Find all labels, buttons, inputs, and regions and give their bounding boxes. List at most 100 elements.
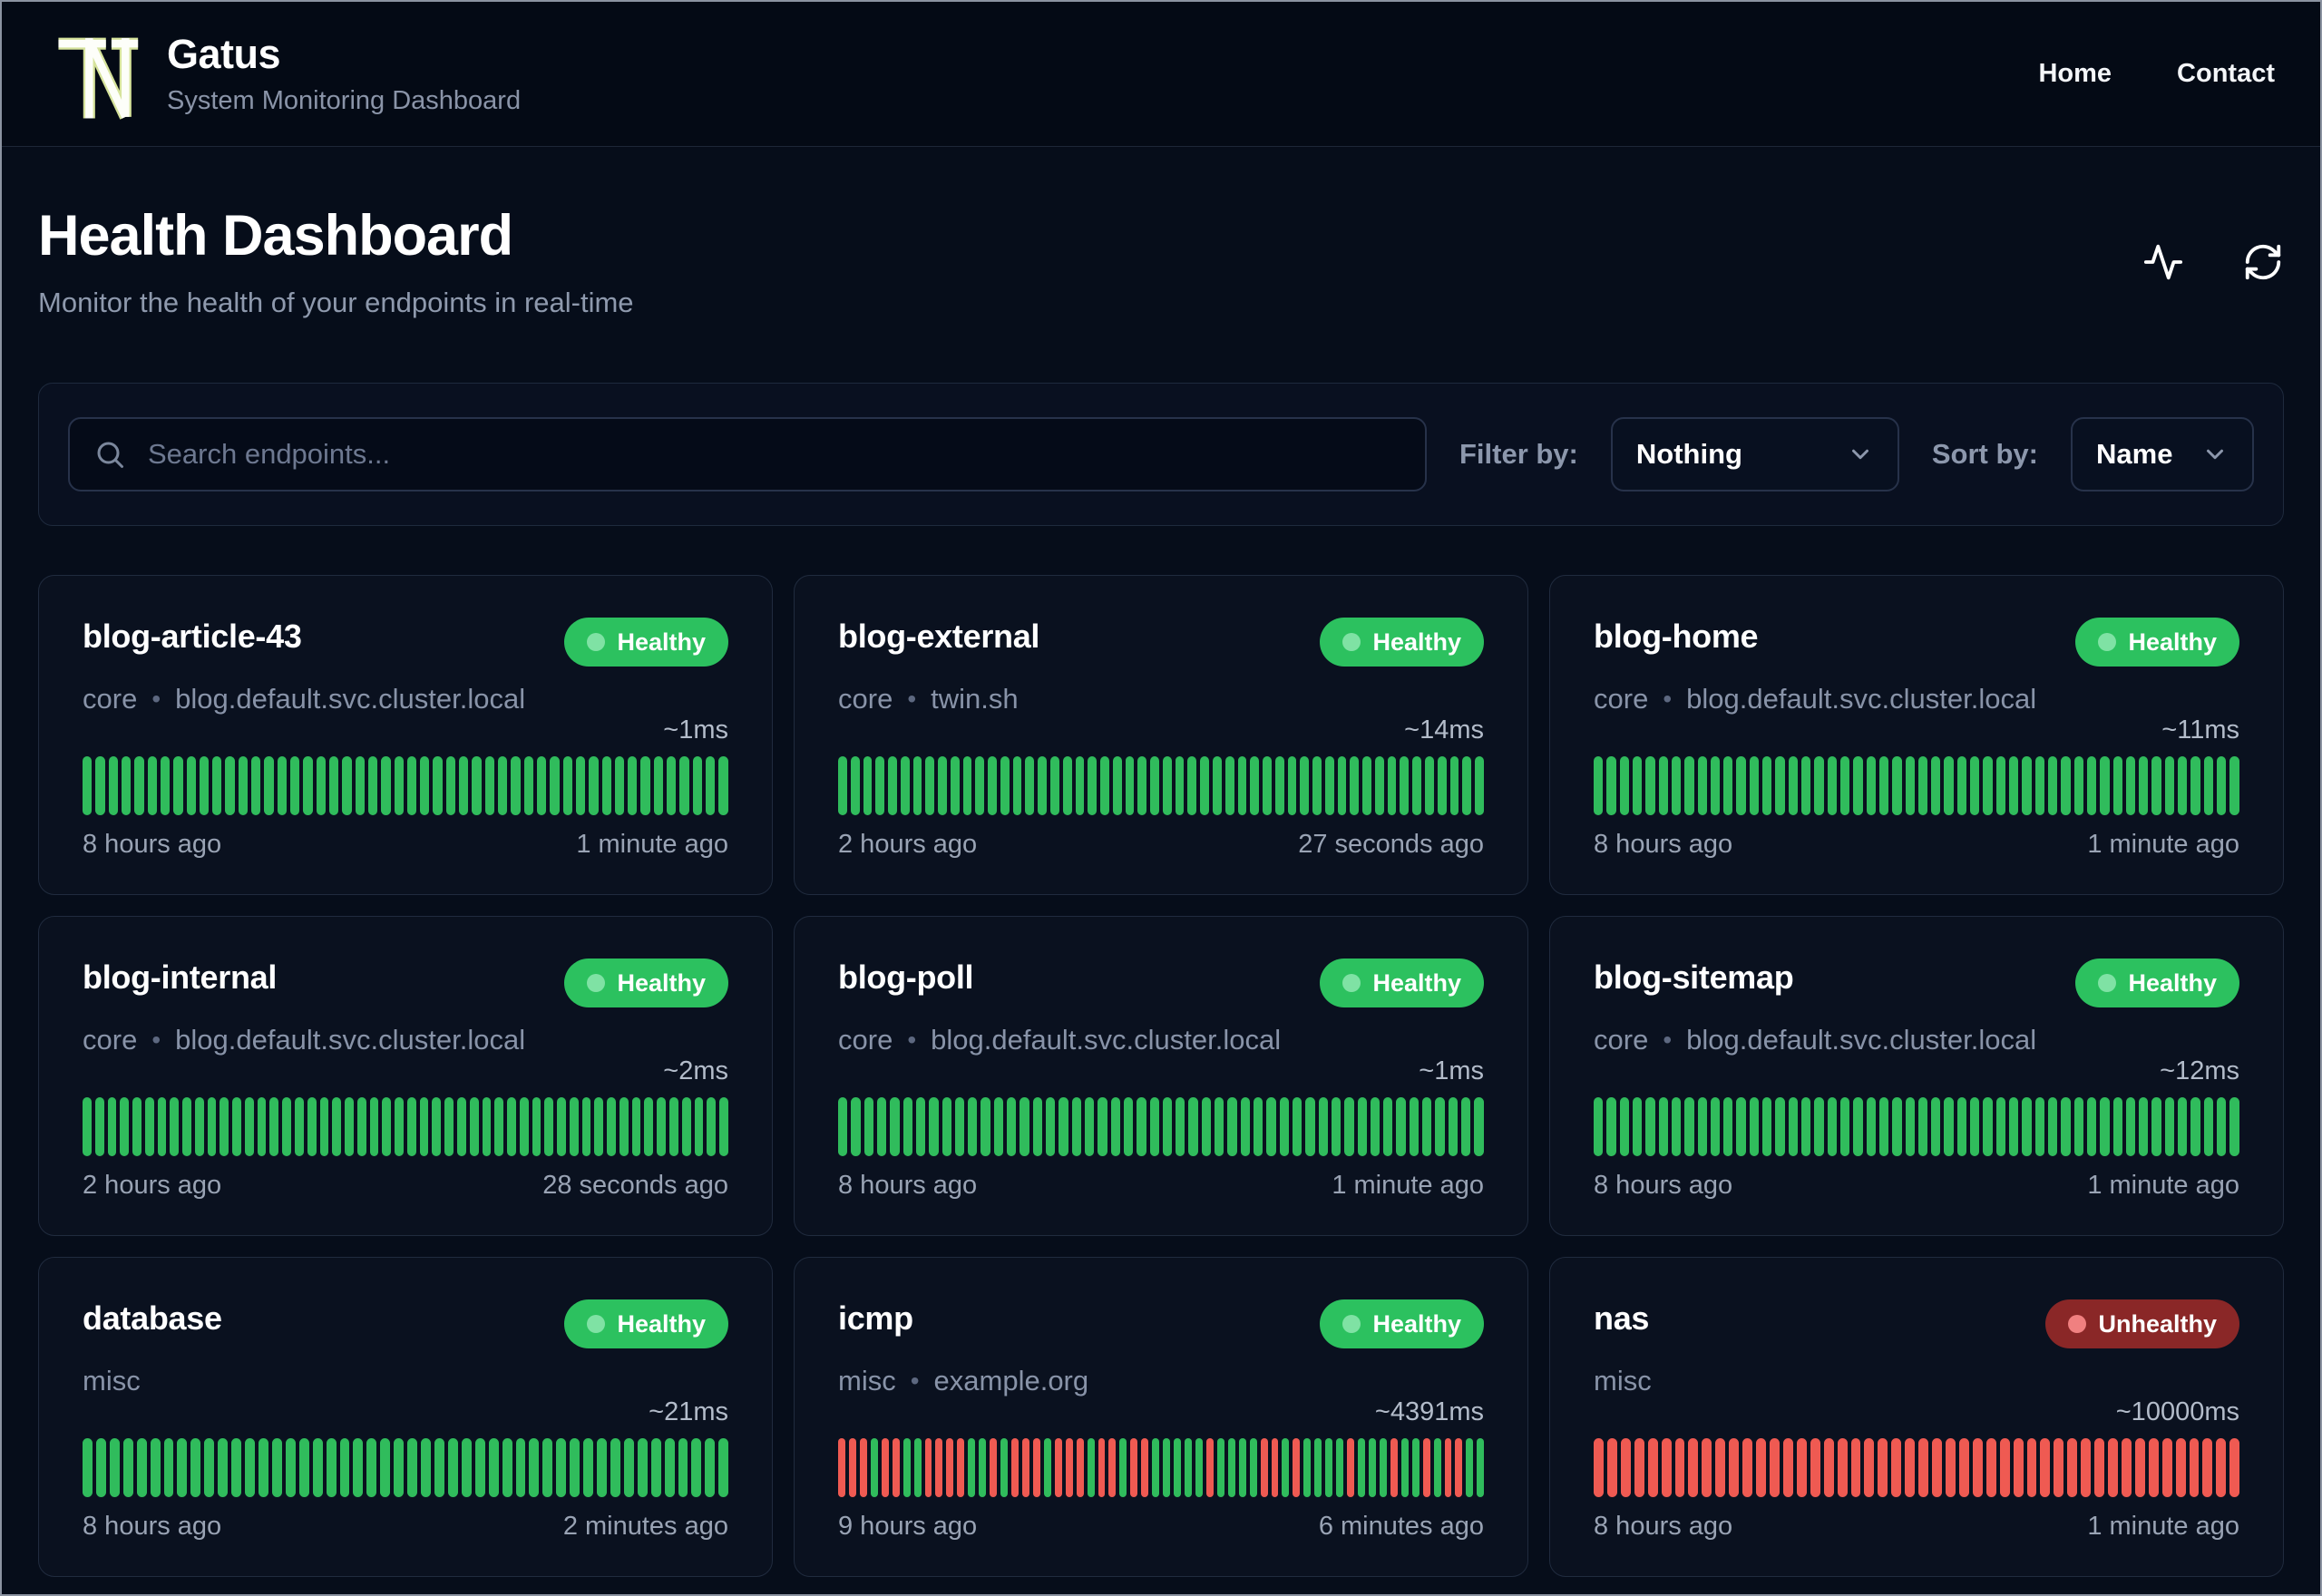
status-bar-up bbox=[2125, 756, 2136, 815]
status-bar-up bbox=[644, 1097, 654, 1156]
status-bar-up bbox=[1176, 1097, 1185, 1156]
page-head-actions bbox=[2142, 241, 2284, 283]
status-bar-up bbox=[445, 756, 456, 815]
status-bar-up bbox=[1331, 1097, 1341, 1156]
status-bar-up bbox=[307, 1097, 317, 1156]
endpoint-card-header: blog-sitemap Healthy bbox=[1594, 959, 2239, 1007]
status-bar-up bbox=[1300, 756, 1310, 815]
status-bar-up bbox=[1046, 1097, 1056, 1156]
endpoint-card[interactable]: icmp Healthy misc • example.org ~4391ms … bbox=[794, 1257, 1528, 1577]
nav-link-contact[interactable]: Contact bbox=[2177, 59, 2275, 89]
history-time-range: 8 hours ago 2 minutes ago bbox=[83, 1512, 728, 1542]
status-bar-down bbox=[990, 1438, 998, 1497]
refresh-button[interactable] bbox=[2242, 241, 2284, 283]
endpoint-card-header: nas Unhealthy bbox=[1594, 1299, 2239, 1348]
status-bar-down bbox=[1702, 1438, 1712, 1497]
filter-toolbar: Filter by: Nothing Sort by: Name bbox=[38, 383, 2284, 526]
status-bar-up bbox=[1801, 756, 1811, 815]
status-bar-up bbox=[1374, 756, 1384, 815]
status-bar-up bbox=[968, 1438, 976, 1497]
status-bar-up bbox=[2151, 756, 2161, 815]
activity-button[interactable] bbox=[2142, 241, 2184, 283]
status-bar-down bbox=[1715, 1438, 1726, 1497]
endpoint-card[interactable]: blog-sitemap Healthy core • blog.default… bbox=[1549, 916, 2284, 1236]
status-bar-up bbox=[838, 1097, 848, 1156]
sort-select[interactable]: Name bbox=[2071, 417, 2254, 491]
status-bar-up bbox=[382, 1097, 392, 1156]
status-bar-up bbox=[225, 756, 235, 815]
status-bar-up bbox=[1619, 756, 1629, 815]
status-bar-up bbox=[316, 756, 326, 815]
filter-select[interactable]: Nothing bbox=[1610, 417, 1899, 491]
status-bar-up bbox=[1163, 1438, 1171, 1497]
status-bar-up bbox=[1995, 756, 2005, 815]
status-bar-up bbox=[488, 1438, 499, 1497]
endpoint-card[interactable]: blog-poll Healthy core • blog.default.sv… bbox=[794, 916, 1528, 1236]
status-bar-down bbox=[935, 1438, 943, 1497]
endpoint-host: blog.default.svc.cluster.local bbox=[175, 1024, 526, 1056]
status-bar-up bbox=[394, 756, 404, 815]
status-bar-down bbox=[1688, 1438, 1699, 1497]
status-bar-up bbox=[1723, 756, 1733, 815]
endpoint-card-header: icmp Healthy bbox=[838, 1299, 1484, 1348]
status-bar-up bbox=[2034, 1097, 2044, 1156]
status-bar-up bbox=[1684, 756, 1694, 815]
endpoint-meta: misc • bbox=[83, 1365, 728, 1397]
status-bar-down bbox=[1729, 1438, 1740, 1497]
search-input[interactable] bbox=[146, 437, 1401, 472]
status-bar-down bbox=[1878, 1438, 1888, 1497]
status-bar-up bbox=[395, 1097, 404, 1156]
status-bar-up bbox=[407, 1438, 418, 1497]
filter-by-label: Filter by: bbox=[1459, 438, 1578, 470]
status-bar-up bbox=[981, 1097, 990, 1156]
endpoint-card[interactable]: blog-article-43 Healthy core • blog.defa… bbox=[38, 575, 773, 895]
status-bar-down bbox=[957, 1438, 965, 1497]
status-bar-up bbox=[120, 1097, 130, 1156]
endpoint-card[interactable]: database Healthy misc • ~21ms 8 hours ag… bbox=[38, 1257, 773, 1577]
status-bar-up bbox=[1282, 1438, 1290, 1497]
status-bar-up bbox=[1762, 1097, 1772, 1156]
status-bar-down bbox=[2013, 1438, 2024, 1497]
status-bar-up bbox=[1697, 756, 1707, 815]
status-bar-up bbox=[2164, 1097, 2175, 1156]
status-bar-up bbox=[619, 1097, 629, 1156]
status-bar-down bbox=[838, 1438, 845, 1497]
status-bar-up bbox=[1866, 756, 1876, 815]
status-bar-up bbox=[875, 756, 885, 815]
status-bar-up bbox=[420, 756, 430, 815]
status-label: Healthy bbox=[1372, 1309, 1461, 1338]
status-bar-up bbox=[1149, 1097, 1159, 1156]
app-subtitle: System Monitoring Dashboard bbox=[167, 85, 522, 115]
history-start-time: 8 hours ago bbox=[1594, 830, 1733, 859]
status-bar-up bbox=[570, 1438, 580, 1497]
status-bar-up bbox=[367, 756, 378, 815]
status-bar-up bbox=[902, 1097, 912, 1156]
history-time-range: 8 hours ago 1 minute ago bbox=[83, 830, 728, 860]
endpoint-card[interactable]: blog-home Healthy core • blog.default.sv… bbox=[1549, 575, 2284, 895]
endpoint-card[interactable]: blog-internal Healthy core • blog.defaul… bbox=[38, 916, 773, 1236]
status-bar-up bbox=[298, 1438, 309, 1497]
status-bar-up bbox=[1137, 1097, 1146, 1156]
status-bar-up bbox=[1594, 1097, 1604, 1156]
filter-select-value: Nothing bbox=[1635, 438, 1742, 470]
app-title: Gatus bbox=[167, 31, 281, 78]
status-bar-up bbox=[614, 756, 625, 815]
endpoint-card[interactable]: nas Unhealthy misc • ~10000ms 8 hours ag… bbox=[1549, 1257, 2284, 1577]
status-bar-up bbox=[2086, 1097, 2097, 1156]
status-bar-down bbox=[859, 1438, 867, 1497]
history-end-time: 1 minute ago bbox=[576, 830, 728, 859]
status-bar-up bbox=[1801, 1097, 1811, 1156]
status-bar-up bbox=[220, 1097, 229, 1156]
status-bar-up bbox=[925, 756, 935, 815]
endpoint-card[interactable]: blog-external Healthy core • twin.sh ~14… bbox=[794, 575, 1528, 895]
status-bar-down bbox=[1065, 1438, 1073, 1497]
endpoint-meta: misc • bbox=[1594, 1365, 2239, 1397]
chevron-down-icon bbox=[1851, 449, 1868, 460]
status-bar-up bbox=[1671, 756, 1682, 815]
nav-link-home[interactable]: Home bbox=[2038, 59, 2112, 89]
status-bar-up bbox=[94, 1097, 104, 1156]
status-bar-down bbox=[1606, 1438, 1617, 1497]
status-bar-down bbox=[1756, 1438, 1766, 1497]
avg-response-time: ~12ms bbox=[2160, 1056, 2239, 1085]
status-bar-up bbox=[1007, 1097, 1017, 1156]
